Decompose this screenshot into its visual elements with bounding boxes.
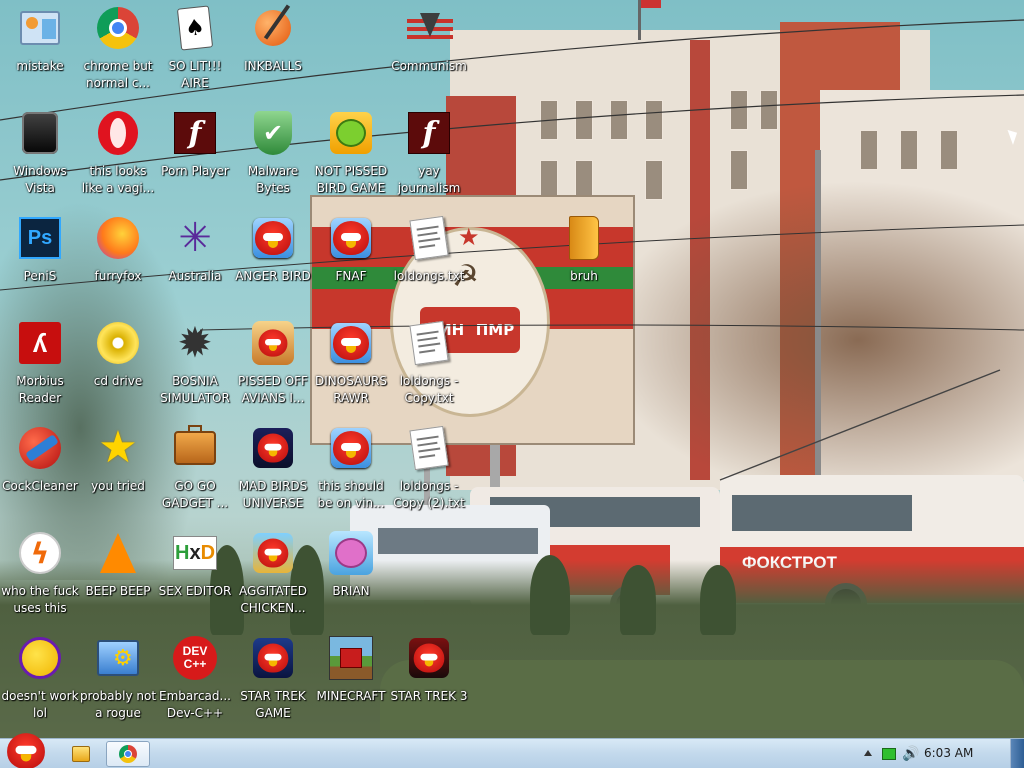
winamp-icon: ϟ: [18, 531, 62, 575]
inkball-icon: [251, 4, 295, 50]
desktop-icon[interactable]: ✔ Malware Bytes: [233, 105, 313, 209]
folder-icon: [562, 216, 606, 260]
desktop-icon[interactable]: CockCleaner: [0, 420, 80, 524]
desktop-icon[interactable]: INKBALLS: [233, 0, 313, 104]
angry-birds-icon: [251, 216, 295, 260]
taskbar-chrome-button[interactable]: [106, 741, 150, 767]
adobe-reader-icon: ʎ: [18, 321, 62, 365]
cd-drive-icon: [96, 321, 140, 365]
show-desktop-button[interactable]: [1010, 739, 1024, 768]
bad-piggies-icon: [329, 111, 373, 155]
desktop-icon[interactable]: MINECRAFT: [311, 630, 391, 734]
angry-birds-icon: [329, 426, 373, 470]
flash-player-icon: f: [173, 111, 217, 155]
system-utility-icon: ⚙: [96, 636, 140, 680]
text-file-icon: [407, 320, 451, 366]
angry-birds-space-icon: [251, 426, 295, 470]
desktop-icon[interactable]: this looks like a vagi...: [78, 105, 158, 209]
shield-check-icon: ✔: [251, 111, 295, 155]
desktop-icon[interactable]: ♠ SO LIT!!! AIRE: [155, 0, 235, 104]
desktop-icon[interactable]: f yay journalism: [389, 105, 469, 209]
desktop-icon[interactable]: STAR TREK GAME: [233, 630, 313, 734]
star-icon: ★: [98, 422, 138, 473]
desktop-icon[interactable]: doesn't work lol: [0, 630, 80, 734]
desktop-icon[interactable]: PISSED OFF AVIANS I...: [233, 315, 313, 419]
desktop-icon[interactable]: ʎ Morbius Reader: [0, 315, 80, 419]
control-panel-icon: [18, 6, 62, 50]
text-file-icon: [407, 215, 451, 261]
desktop-icon[interactable]: furryfox: [78, 210, 158, 314]
desktop-icon[interactable]: ANGER BIRD: [233, 210, 313, 314]
desktop-icon[interactable]: ϟ who the fuck uses this: [0, 525, 80, 629]
show-hidden-icons-arrow[interactable]: [864, 750, 872, 756]
desktop-icon[interactable]: this should be on vin...: [311, 420, 391, 524]
text-file-icon: [407, 425, 451, 471]
desktop-icon[interactable]: MAD BIRDS UNIVERSE: [233, 420, 313, 524]
desktop-icon[interactable]: loldongs.txt: [389, 210, 469, 314]
angry-birds-minecraft-icon: [329, 636, 373, 680]
desktop-icon[interactable]: ✳ Australia: [155, 210, 235, 314]
desktop-icon[interactable]: ✹ BOSNIA SIMULATOR: [155, 315, 235, 419]
dev-cpp-icon: DEV C++: [173, 636, 217, 680]
start-button[interactable]: [2, 733, 50, 768]
chrome-icon: [96, 6, 140, 50]
angry-birds-seasons-icon: [251, 321, 295, 365]
firefox-icon: [96, 216, 140, 260]
desktop-icon[interactable]: Ps PeniS: [0, 210, 80, 314]
desktop-icon[interactable]: BRIAN: [311, 525, 391, 629]
desktop-icon[interactable]: loldongs - Copy (2).txt: [389, 420, 469, 524]
desktop-icon[interactable]: Communism: [389, 0, 469, 104]
desktop-icon[interactable]: chrome but normal c...: [78, 0, 158, 104]
desktop-icon[interactable]: BEEP BEEP: [78, 525, 158, 629]
spider-solitaire-icon: ✳: [178, 215, 212, 261]
clock[interactable]: 6:03 AM: [924, 746, 973, 760]
desktop-icon[interactable]: NOT PISSED BIRD GAME: [311, 105, 391, 209]
angry-birds-icon: [329, 321, 373, 365]
angry-birds-star-wars-2-icon: [407, 636, 451, 680]
desktop-icon[interactable]: ⚙ probably not a rogue: [78, 630, 158, 734]
battery-icon[interactable]: [882, 748, 896, 760]
desktop-icon[interactable]: HxD SEX EDITOR: [155, 525, 235, 629]
ccleaner-icon: [18, 426, 62, 470]
photoshop-icon: Ps: [18, 216, 62, 260]
desktop-icon[interactable]: f Porn Player: [155, 105, 235, 209]
angry-birds-stella-icon: [329, 531, 373, 575]
opera-icon: [96, 111, 140, 155]
desktop-icon[interactable]: AGGITATED CHICKEN...: [233, 525, 313, 629]
desktop-icon[interactable]: mistake: [0, 0, 80, 104]
vlc-cone-icon: [96, 531, 140, 575]
desktop-icon[interactable]: loldongs - Copy.txt: [389, 315, 469, 419]
flash-player-icon: f: [407, 111, 451, 155]
windows-vista-icon: [18, 111, 62, 155]
angry-birds-rio-icon: [251, 531, 295, 575]
desktop-icon[interactable]: ★ you tried: [78, 420, 158, 524]
angry-birds-icon: [329, 216, 373, 260]
hxd-editor-icon: HxD: [173, 531, 217, 575]
briefcase-icon: [173, 425, 217, 470]
yahoo-messenger-icon: [18, 636, 62, 680]
volume-icon[interactable]: 🔊: [902, 746, 919, 762]
minesweeper-icon: ✹: [177, 318, 213, 367]
desktop-icon[interactable]: cd drive: [78, 315, 158, 419]
angry-birds-star-wars-icon: [251, 636, 295, 680]
system-tray: 🔊 6:03 AM: [854, 739, 1024, 768]
taskbar: 🔊 6:03 AM: [0, 733, 1024, 768]
explorer-icon: [72, 746, 90, 762]
taskbar-explorer-button[interactable]: [64, 741, 98, 767]
desktop-icon[interactable]: DEV C++ Embarcad... Dev-C++: [155, 630, 235, 734]
angry-bird-start-icon: [7, 733, 45, 768]
communism-logo-icon: [407, 6, 453, 50]
chrome-icon: [119, 745, 137, 763]
desktop-icon[interactable]: DINOSAURS RAWR: [311, 315, 391, 419]
desktop-icon[interactable]: GO GO GADGET ...: [155, 420, 235, 524]
desktop-icon[interactable]: FNAF: [311, 210, 391, 314]
desktop-icon[interactable]: STAR TREK 3: [389, 630, 469, 734]
desktop-icon[interactable]: bruh: [544, 210, 624, 314]
solitaire-icon: ♠: [173, 5, 217, 51]
desktop-icon[interactable]: Windows Vista: [0, 105, 80, 209]
